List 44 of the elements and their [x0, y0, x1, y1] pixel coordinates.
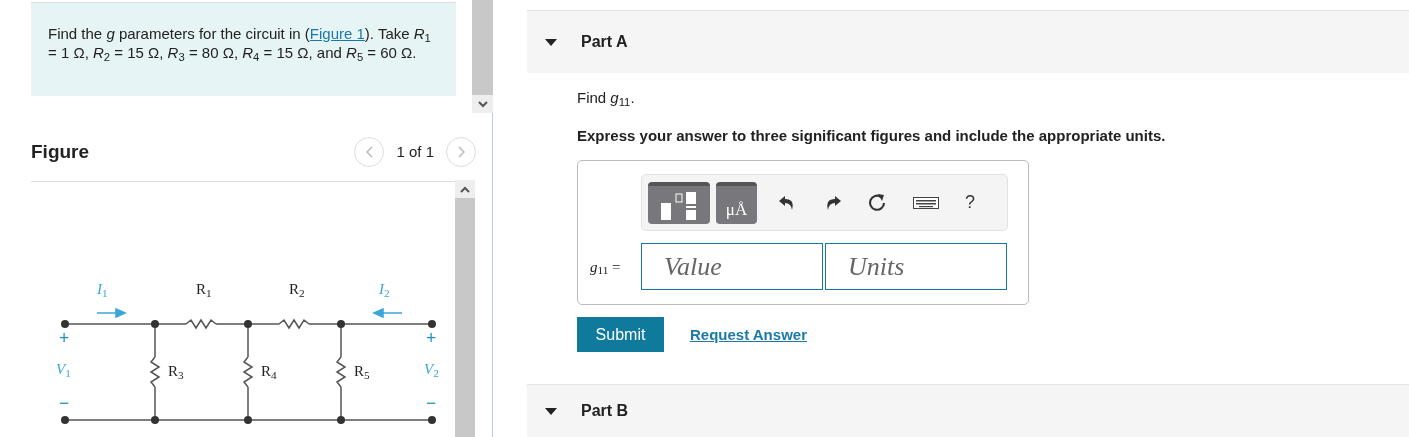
part-title: Part B — [581, 401, 629, 422]
resistor-label: R$_{2}$ — [289, 282, 305, 298]
units-field[interactable]: Units — [825, 243, 1007, 291]
instruction-text: Express your answer to three significant figures and include the appropriate units. — [577, 125, 1167, 146]
current-label: I$_{1}$ — [97, 282, 108, 298]
problem-text: Find the g parameters for the circuit in (Figure 1). Take R$_{1}$ = 1 Ω, R$_{2}$ = 15 Ω, R$_{3}$ = 80 Ω, R$_{4}$ = 15 Ω, and R$_{5}$ = 60 Ω. — [48, 24, 432, 62]
undo-icon[interactable] — [779, 194, 795, 211]
resistor-label: R$_{1}$ — [196, 282, 212, 298]
figure-heading: Figure — [31, 140, 90, 165]
polarity-sign: − — [426, 394, 437, 413]
polarity-sign: + — [426, 329, 437, 348]
reset-icon[interactable] — [867, 192, 887, 213]
chevron-left-icon — [365, 146, 373, 159]
field-label: g$_{11}$ = — [590, 257, 622, 278]
polarity-sign: − — [59, 394, 70, 413]
current-label: I$_{2}$ — [379, 282, 390, 298]
value-field[interactable]: Value — [641, 243, 823, 291]
keyboard-icon[interactable] — [913, 196, 939, 209]
page-counter: 1 of 1 — [396, 142, 434, 163]
resistor-label: R$_{4}$ — [261, 364, 277, 380]
polarity-sign: + — [59, 329, 70, 348]
units-button[interactable]: μÅ — [716, 181, 757, 224]
template-button[interactable] — [648, 181, 710, 224]
submit-button[interactable]: Submit — [577, 317, 664, 353]
scrollbar[interactable] — [455, 180, 475, 437]
part-header[interactable]: Part B — [527, 384, 1409, 437]
help-button[interactable]: ? — [965, 189, 975, 217]
resistor-label: R$_{3}$ — [168, 364, 184, 380]
caret-icon — [545, 407, 557, 415]
caret-icon — [545, 38, 557, 46]
voltage-label: V$_{2}$ — [424, 362, 439, 378]
chevron-right-icon — [457, 146, 465, 159]
redo-icon[interactable] — [825, 194, 841, 211]
fraction-template-icon — [659, 190, 699, 221]
part-header[interactable]: Part A — [527, 10, 1409, 74]
chevron-up-icon[interactable] — [460, 185, 470, 193]
resistor-label: R$_{5}$ — [354, 364, 370, 380]
part-title: Part A — [581, 32, 628, 53]
scrollbar[interactable] — [472, 0, 493, 113]
voltage-label: V$_{1}$ — [56, 362, 71, 378]
chevron-down-icon[interactable] — [477, 100, 488, 108]
request-answer-link[interactable]: Request Answer — [690, 323, 807, 346]
question-prompt: Find g$_{11}$. — [577, 88, 636, 110]
figure-link[interactable]: Figure 1 — [309, 25, 365, 42]
